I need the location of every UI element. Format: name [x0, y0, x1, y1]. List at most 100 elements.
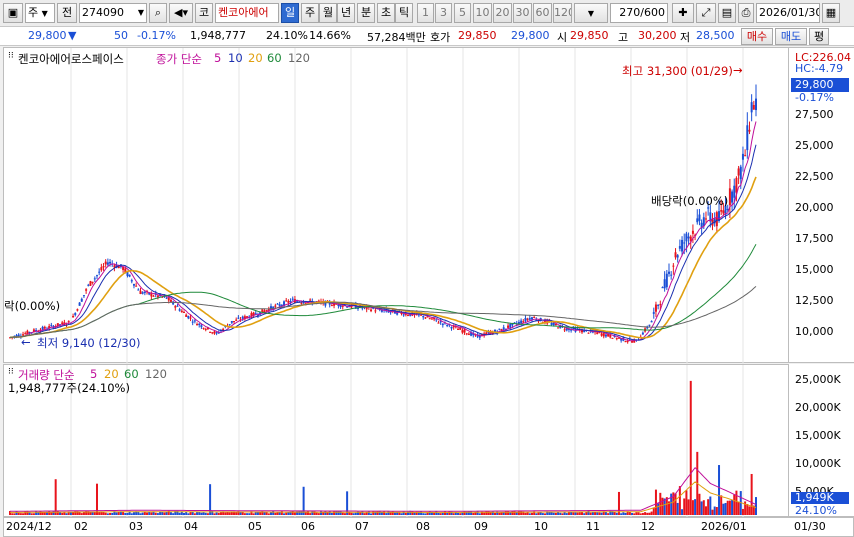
x-tick-3: 04	[184, 520, 198, 533]
print-icon[interactable]: ⎙	[738, 3, 754, 23]
volume-bar	[272, 510, 275, 515]
volume-bar	[459, 513, 462, 515]
volume-bar	[200, 512, 203, 515]
interval-dropdown[interactable]: ▼	[574, 3, 608, 23]
candle-body	[106, 262, 109, 265]
code-input[interactable]: 274090 ▼	[79, 3, 147, 23]
interval-button-5[interactable]: 30	[513, 3, 532, 23]
volume-bar	[648, 512, 651, 515]
candle-body	[739, 166, 742, 180]
candle-body	[300, 302, 303, 304]
menu-icon[interactable]: ⁝⁝	[8, 367, 14, 377]
price-tag: 29,800	[791, 78, 849, 92]
volume-bar	[65, 513, 68, 515]
sell-button[interactable]: 매도	[775, 28, 807, 45]
type-button[interactable]: 전	[57, 3, 77, 23]
volume-bar	[17, 512, 20, 515]
candle-body	[209, 331, 212, 333]
candle-body	[685, 233, 688, 242]
candle-body	[731, 191, 734, 203]
volume-bar	[59, 512, 62, 515]
save-icon[interactable]: ▤	[718, 3, 736, 23]
candle-body	[104, 261, 107, 265]
legend-ma60: 60	[267, 51, 282, 65]
code-value: 274090	[82, 6, 124, 19]
volume-bar	[704, 506, 707, 515]
calendar-icon[interactable]: ▦	[822, 3, 840, 23]
volume-bar	[472, 513, 475, 515]
date-field[interactable]: 2026/01/30	[756, 3, 820, 23]
tab-period-5[interactable]: 초	[377, 3, 395, 23]
search-icon[interactable]: ⌕	[149, 3, 167, 23]
candle-body	[744, 155, 747, 157]
price-tick-5: 15,000	[795, 263, 834, 276]
price-chart[interactable]: ⁝⁝ 켄코아에어로스페이스 종가 단순 5 10 20 60 120 최고 31…	[3, 47, 789, 364]
candle-body	[61, 322, 64, 325]
volume-bar	[206, 513, 209, 515]
candle-body	[696, 218, 699, 223]
volume-bar	[30, 513, 33, 515]
tab-period-4[interactable]: 분	[357, 3, 375, 23]
interval-button-1[interactable]: 3	[435, 3, 452, 23]
count-field[interactable]: 270/600	[610, 3, 668, 23]
candle-body	[93, 278, 96, 280]
candle-body	[722, 210, 725, 214]
volume-bar	[700, 501, 703, 515]
interval-button-4[interactable]: 20	[493, 3, 512, 23]
volume-ma20-line	[10, 481, 757, 513]
candle-body	[291, 298, 294, 300]
x-tick-8: 09	[474, 520, 488, 533]
toolbar: ▣ 주 ▼ 전 274090 ▼ ⌕ ◀▾ 코 켄코아에어 일주월년분초틱 135…	[0, 0, 854, 27]
tab-period-2[interactable]: 월	[319, 3, 337, 23]
candle-body	[650, 321, 653, 323]
candle-body	[202, 327, 205, 329]
candle-body	[459, 327, 462, 330]
candle-body	[182, 312, 185, 314]
tab-period-3[interactable]: 년	[337, 3, 355, 23]
volume-bar	[589, 512, 592, 515]
volume-bar	[452, 513, 455, 515]
volume-bar	[639, 513, 642, 515]
candle-body	[165, 297, 168, 299]
x-tick-6: 07	[355, 520, 369, 533]
candle-body	[654, 304, 657, 312]
volume-chart[interactable]: ⁝⁝ 거래량 단순 5 20 60 120 1,948,777주(24.10%)	[3, 364, 789, 518]
candle-body	[174, 306, 177, 308]
price-change-pct: -0.17%	[137, 29, 176, 42]
candle-body	[67, 320, 70, 322]
volume-bar	[748, 506, 751, 515]
average-button[interactable]: 평	[809, 28, 829, 45]
volume-bar	[202, 512, 205, 515]
interval-button-7[interactable]: 120	[553, 3, 572, 23]
candle-body	[520, 320, 523, 324]
volume-bar	[539, 512, 542, 515]
price-tick-3: 20,000	[795, 201, 834, 214]
interval-button-2[interactable]: 5	[454, 3, 471, 23]
volume-bar	[317, 513, 320, 515]
candle-body	[741, 153, 744, 160]
buy-button[interactable]: 매수	[741, 28, 773, 45]
window-icon[interactable]: ▣	[3, 3, 23, 23]
candle-body	[196, 324, 199, 326]
tab-period-6[interactable]: 틱	[395, 3, 413, 23]
candle-body	[533, 316, 536, 318]
interval-button-0[interactable]: 1	[417, 3, 434, 23]
volume-bar	[213, 513, 216, 515]
volume-bar	[500, 512, 503, 515]
tab-period-1[interactable]: 주	[301, 3, 319, 23]
menu-icon[interactable]: ⁝⁝	[8, 51, 14, 61]
chart-tool-icon[interactable]: ✚	[672, 3, 694, 23]
speaker-icon[interactable]: ◀▾	[169, 3, 193, 23]
volume-bar	[248, 513, 251, 515]
candle-body	[704, 218, 707, 220]
tab-period-0[interactable]: 일	[281, 3, 299, 23]
candle-body	[659, 304, 662, 306]
name-prefix[interactable]: 코	[195, 3, 213, 23]
interval-button-3[interactable]: 10	[473, 3, 492, 23]
market-select[interactable]: 주 ▼	[25, 3, 55, 23]
volume-tick-0: 25,000K	[795, 373, 841, 386]
interval-button-6[interactable]: 60	[533, 3, 552, 23]
candle-body	[602, 333, 605, 337]
volume-bar	[513, 511, 516, 515]
crosshair-icon[interactable]: ⤢	[696, 3, 716, 23]
